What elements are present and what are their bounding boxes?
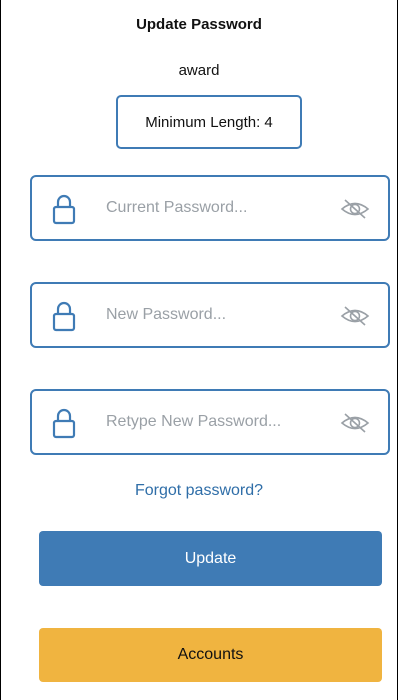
accounts-button-label: Accounts	[177, 646, 244, 663]
update-password-screen: Update Password award Minimum Length: 4	[0, 0, 398, 700]
forgot-password-link[interactable]: Forgot password?	[1, 482, 397, 500]
lock-icon	[52, 194, 76, 225]
lock-icon	[52, 408, 76, 439]
minimum-length-label: Minimum Length: 4	[145, 113, 273, 131]
retype-password-field[interactable]	[30, 389, 390, 455]
accounts-button[interactable]: Accounts	[39, 628, 382, 682]
new-password-input[interactable]	[106, 300, 326, 330]
update-button[interactable]: Update	[39, 531, 382, 586]
new-password-field[interactable]	[30, 282, 390, 348]
account-name: award	[178, 62, 220, 79]
retype-password-input[interactable]	[106, 407, 326, 437]
current-password-input[interactable]	[106, 193, 326, 223]
update-button-label: Update	[184, 549, 237, 567]
eye-slash-icon[interactable]	[340, 304, 370, 328]
page-title: Update Password	[136, 16, 262, 33]
current-password-field[interactable]	[30, 175, 390, 241]
minimum-length-box: Minimum Length: 4	[116, 95, 302, 149]
lock-icon	[52, 301, 76, 332]
eye-slash-icon[interactable]	[340, 411, 370, 435]
eye-slash-icon[interactable]	[340, 197, 370, 221]
